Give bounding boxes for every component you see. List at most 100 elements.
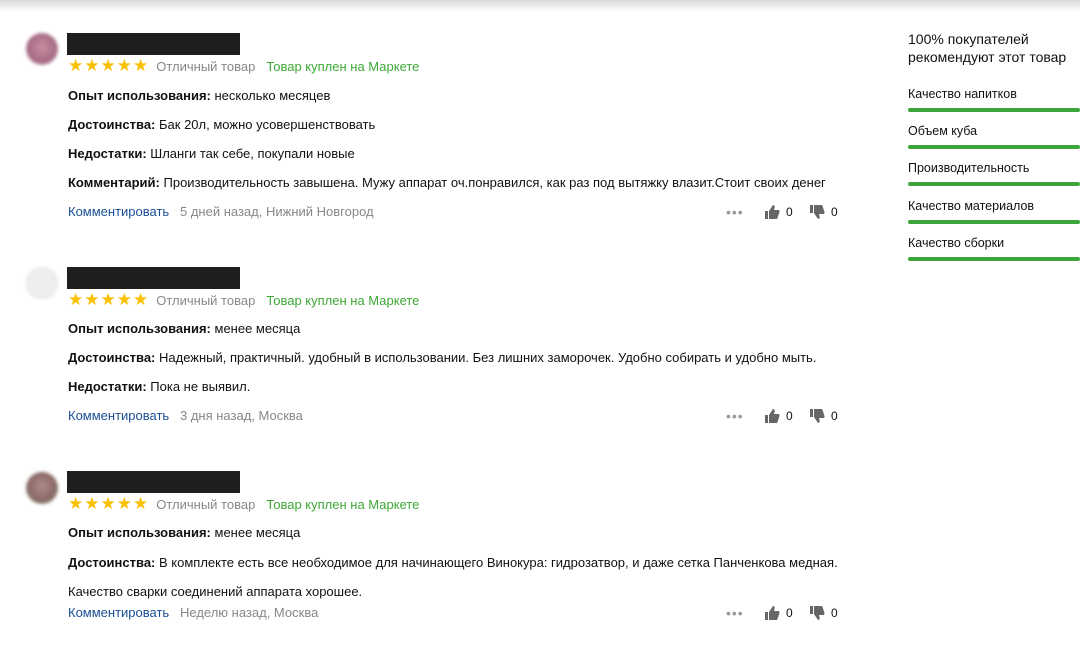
field-value: Пока не выявил. [150, 379, 251, 394]
header-shadow [0, 0, 1080, 12]
field-label: Опыт использования: [68, 88, 211, 103]
review-date-location: 3 дня назад, Москва [180, 408, 303, 423]
recommend-line-2: рекомендуют этот товар [908, 49, 1067, 65]
field-value: несколько месяцев [214, 88, 331, 103]
star-icon: ★ [84, 494, 100, 513]
avatar[interactable] [26, 472, 58, 504]
review-footer: Комментировать Неделю назад, Москва ••• … [68, 605, 848, 623]
comment-link[interactable]: Комментировать [68, 605, 169, 620]
field-label: Недостатки: [68, 146, 147, 161]
more-dots-icon[interactable]: ••• [726, 408, 744, 424]
star-icon: ★ [68, 494, 84, 513]
bought-badge: Товар куплен на Маркете [266, 292, 420, 308]
author-name-redacted[interactable] [67, 33, 240, 55]
metric-bar [908, 220, 1080, 224]
review-field-pros: Достоинства: Надежный, практичный. удобн… [68, 350, 816, 366]
dislike-count: 0 [831, 409, 838, 423]
author-name-redacted[interactable] [67, 267, 240, 289]
more-dots-icon[interactable]: ••• [726, 204, 744, 220]
rating-stars: ★ ★ ★ ★ ★ [68, 290, 149, 309]
metric-materials-quality: Качество материалов [908, 199, 1080, 224]
field-value: В комплекте есть все необходимое для нач… [159, 555, 838, 570]
metric-label: Качество материалов [908, 199, 1035, 213]
thumb-down-icon [810, 409, 825, 423]
rating-stars: ★ ★ ★ ★ ★ [68, 56, 149, 75]
comment-link[interactable]: Комментировать [68, 408, 169, 423]
thumb-up-icon [765, 409, 780, 423]
field-label: Опыт использования: [68, 321, 211, 336]
review-field-pros: Достоинства: Бак 20л, можно усовершенств… [68, 117, 375, 133]
field-label: Комментарий: [68, 175, 160, 190]
metric-label: Качество напитков [908, 87, 1017, 101]
review-field-experience: Опыт использования: несколько месяцев [68, 88, 330, 104]
review-footer: Комментировать 3 дня назад, Москва ••• 0… [68, 408, 848, 426]
star-icon: ★ [68, 290, 84, 309]
author-name-redacted[interactable] [67, 471, 240, 493]
metric-label: Производительность [908, 161, 1030, 175]
thumb-up-icon [765, 205, 780, 219]
like-count: 0 [786, 606, 793, 620]
dislike-count: 0 [831, 606, 838, 620]
thumb-up-icon [765, 606, 780, 620]
star-icon: ★ [133, 494, 149, 513]
star-icon: ★ [133, 290, 149, 309]
metric-performance: Производительность [908, 161, 1080, 186]
review-field-pros: Достоинства: В комплекте есть все необхо… [68, 555, 838, 600]
metric-drinks-quality: Качество напитков [908, 87, 1080, 112]
comment-link[interactable]: Комментировать [68, 204, 169, 219]
review-date-location: 5 дней назад, Нижний Новгород [180, 204, 374, 219]
star-icon: ★ [116, 290, 132, 309]
dislike-button[interactable]: 0 [809, 204, 838, 220]
metric-label: Объем куба [908, 124, 978, 138]
review-footer: Комментировать 5 дней назад, Нижний Новг… [68, 204, 848, 222]
field-value: менее месяца [214, 321, 301, 336]
review-field-experience: Опыт использования: менее месяца [68, 321, 300, 337]
thumb-down-icon [810, 205, 825, 219]
rating-row: ★ ★ ★ ★ ★ Отличный товар Товар куплен на Мар… [68, 57, 419, 75]
like-count: 0 [786, 409, 793, 423]
like-button[interactable]: 0 [764, 408, 793, 424]
metric-cube-volume: Объем куба [908, 124, 1080, 149]
star-icon: ★ [100, 494, 116, 513]
field-value: менее месяца [214, 525, 301, 540]
star-icon: ★ [133, 56, 149, 75]
dislike-button[interactable]: 0 [809, 408, 838, 424]
avatar[interactable] [26, 33, 58, 65]
like-button[interactable]: 0 [764, 204, 793, 220]
dislike-count: 0 [831, 205, 838, 219]
field-label: Достоинства: [68, 117, 156, 132]
star-icon: ★ [84, 56, 100, 75]
verdict-text: Отличный товар [156, 496, 256, 512]
bought-badge: Товар куплен на Маркете [266, 496, 420, 512]
star-icon: ★ [100, 290, 116, 309]
recommend-line-1: 100% покупателей [908, 31, 1029, 47]
rating-row: ★ ★ ★ ★ ★ Отличный товар Товар куплен на Мар… [68, 291, 419, 309]
metric-bar [908, 145, 1080, 149]
more-dots-icon[interactable]: ••• [726, 605, 744, 621]
metric-label: Качество сборки [908, 236, 1005, 250]
review-field-cons: Недостатки: Шланги так себе, покупали но… [68, 146, 355, 162]
metric-build-quality: Качество сборки [908, 236, 1080, 261]
review-field-experience: Опыт использования: менее месяца [68, 525, 300, 541]
field-label: Опыт использования: [68, 525, 211, 540]
field-value: Надежный, практичный. удобный в использо… [159, 350, 817, 365]
verdict-text: Отличный товар [156, 292, 256, 308]
field-value: Производительность завышена. Мужу аппара… [163, 175, 826, 190]
review-date-location: Неделю назад, Москва [180, 605, 319, 620]
like-button[interactable]: 0 [764, 605, 793, 621]
field-label: Достоинства: [68, 350, 156, 365]
bought-badge: Товар куплен на Маркете [266, 58, 420, 74]
like-count: 0 [786, 205, 793, 219]
field-label: Достоинства: [68, 555, 156, 570]
metric-bar [908, 257, 1080, 261]
star-icon: ★ [84, 290, 100, 309]
metric-bar [908, 182, 1080, 186]
star-icon: ★ [116, 56, 132, 75]
field-label: Недостатки: [68, 379, 147, 394]
review-field-cons: Недостатки: Пока не выявил. [68, 379, 250, 395]
avatar[interactable] [26, 267, 58, 299]
star-icon: ★ [68, 56, 84, 75]
rating-row: ★ ★ ★ ★ ★ Отличный товар Товар куплен на Мар… [68, 495, 419, 513]
review-field-comment: Комментарий: Производительность завышена… [68, 175, 826, 191]
dislike-button[interactable]: 0 [809, 605, 838, 621]
